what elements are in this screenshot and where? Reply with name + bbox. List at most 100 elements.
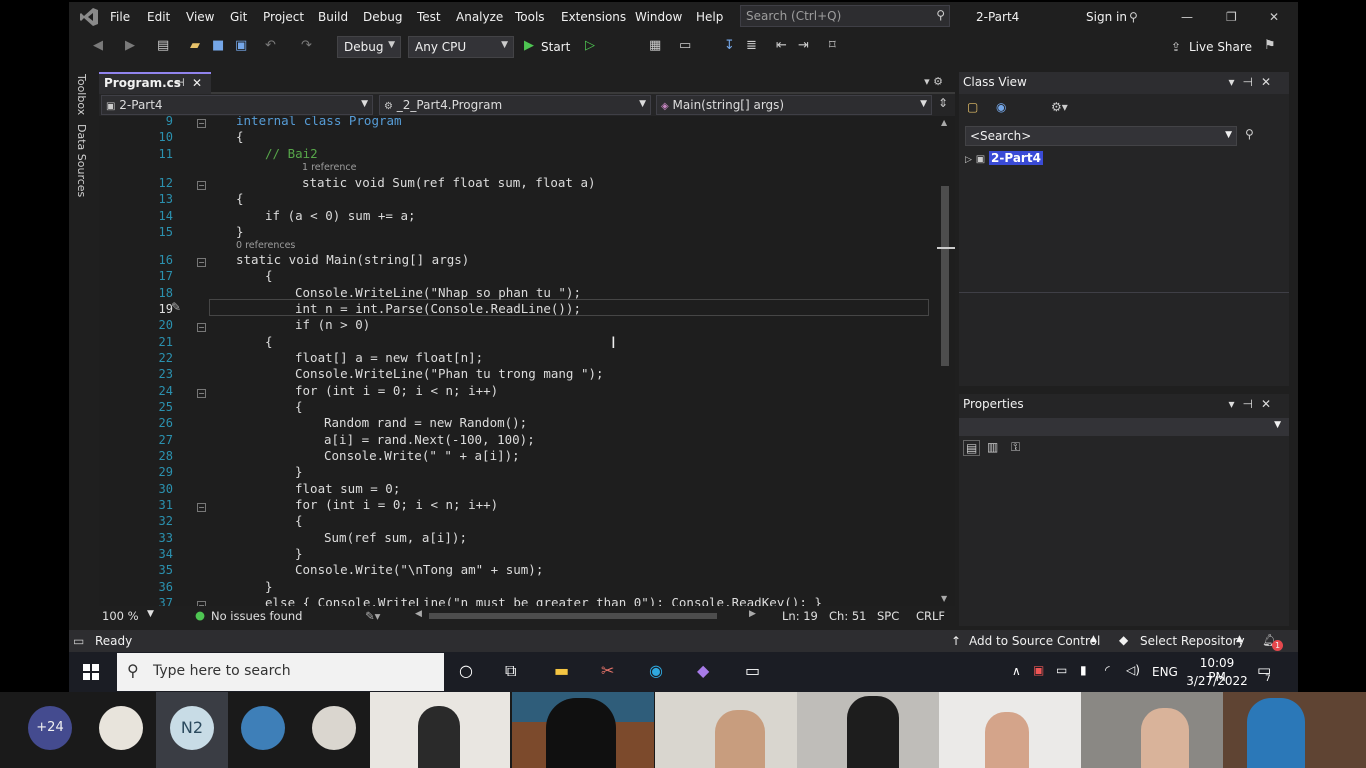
task-view-icon[interactable]: ⧉ [505, 661, 516, 681]
start-icon[interactable]: ▶ [524, 38, 534, 53]
search-icon[interactable]: ⚲ [1245, 127, 1254, 141]
new-folder-icon[interactable]: ▢ [967, 100, 978, 114]
property-pages-icon[interactable]: ⚿ [1011, 440, 1020, 455]
redo-icon[interactable]: ↷ [301, 38, 312, 53]
participant-video[interactable] [512, 692, 654, 768]
save-icon[interactable]: ■ [212, 38, 224, 53]
participant-video[interactable] [370, 692, 510, 768]
participant-overflow-tile[interactable]: +24 [14, 692, 84, 768]
output-icon[interactable]: ▭ [73, 634, 84, 648]
scroll-thumb[interactable] [941, 186, 949, 366]
close-window-icon[interactable]: ✕ [1269, 10, 1279, 24]
windows-start-icon[interactable] [83, 664, 99, 680]
clock-date[interactable]: 3/27/2022 [1186, 674, 1248, 688]
wifi-icon[interactable]: ◜ [1105, 663, 1110, 677]
participant-video[interactable] [939, 692, 1081, 768]
code-area[interactable]: 9 10 11 12 13 14 15 16 17 18 19 20 21 22… [99, 116, 935, 606]
pin-icon[interactable]: ⊣ [175, 76, 185, 89]
account-icon[interactable]: ⚲ [1129, 10, 1138, 24]
antivirus-tray-icon[interactable]: ▣ [1033, 663, 1044, 677]
edge-browser-icon[interactable]: ◉ [649, 661, 663, 680]
fold-toggle[interactable]: − [197, 323, 206, 332]
fold-toggle[interactable]: − [197, 119, 206, 128]
alphabetical-icon[interactable]: ▥ [987, 440, 998, 454]
cortana-icon[interactable]: ○ [459, 661, 473, 680]
project-dropdown[interactable]: ▣ 2-Part4 ▼ [101, 95, 373, 115]
menu-build[interactable]: Build [318, 10, 348, 24]
scroll-right-icon[interactable]: ▶ [749, 609, 756, 619]
forward-icon[interactable]: ▶ [125, 38, 135, 53]
quick-action-icon[interactable]: ✎ [171, 300, 181, 314]
tab-program-cs[interactable]: Program.cs ⊣ ✕ [99, 72, 211, 94]
issues-status[interactable]: No issues found [211, 609, 302, 623]
brush-icon[interactable]: ✎▾ [365, 609, 380, 623]
new-project-icon[interactable]: ▤ [157, 38, 169, 53]
show-hidden-icons[interactable]: ∧ [1012, 664, 1021, 678]
panel-controls[interactable]: ▾⊣✕ [1228, 75, 1279, 89]
participant-tile[interactable]: N2 [156, 692, 228, 768]
panel-controls[interactable]: ▾⊣✕ [1228, 397, 1279, 411]
taskbar-search-input[interactable]: ⚲ Type here to search [117, 653, 444, 691]
comment-icon[interactable]: ⇥ [798, 38, 809, 53]
battery-icon[interactable]: ▭ [1056, 663, 1067, 677]
visual-studio-taskbar-icon[interactable]: ◆ [697, 661, 709, 680]
fold-toggle[interactable]: − [197, 258, 206, 267]
menu-project[interactable]: Project [263, 10, 304, 24]
categorized-icon[interactable]: ▤ [963, 440, 981, 456]
save-all-icon[interactable]: ▣ [235, 38, 247, 53]
menu-git[interactable]: Git [230, 10, 247, 24]
input-language[interactable]: ENG [1152, 665, 1178, 679]
zoom-level[interactable]: 100 % [102, 609, 139, 623]
split-editor-icon[interactable]: ⇕ [938, 96, 948, 110]
start-button[interactable]: Start [541, 40, 570, 54]
menu-debug[interactable]: Debug [363, 10, 402, 24]
back-nav-icon[interactable]: ◉ [996, 100, 1006, 114]
live-share-icon[interactable]: ⇪ [1171, 40, 1181, 54]
menu-file[interactable]: File [110, 10, 130, 24]
properties-object-dropdown[interactable]: ▼ [959, 418, 1289, 436]
restore-icon[interactable]: ❐ [1226, 10, 1237, 24]
vertical-scrollbar[interactable]: ▲ ▼ [935, 116, 955, 606]
menu-edit[interactable]: Edit [147, 10, 170, 24]
code-lens-references[interactable]: 0 references [236, 240, 295, 251]
layout-icon[interactable]: ▭ [679, 38, 691, 53]
file-explorer-icon[interactable]: ▬ [554, 661, 569, 680]
configuration-dropdown[interactable]: Debug ▼ [337, 36, 401, 58]
expand-arrow-icon[interactable]: ▷ [965, 155, 972, 165]
line-ending-indicator[interactable]: CRLF [916, 609, 945, 623]
solution-explorer-icon[interactable]: ▦ [649, 38, 661, 53]
bookmark-icon[interactable]: ⌑ [829, 38, 836, 53]
menu-analyze[interactable]: Analyze [456, 10, 503, 24]
add-to-source-control-button[interactable]: Add to Source Control [969, 634, 1100, 648]
select-repository-button[interactable]: Select Repository [1140, 634, 1245, 648]
platform-dropdown[interactable]: Any CPU ▼ [408, 36, 514, 58]
participant-tile[interactable] [86, 692, 156, 768]
chevron-down-icon[interactable]: ▼ [147, 609, 154, 619]
menu-extensions[interactable]: Extensions [561, 10, 626, 24]
member-dropdown[interactable]: ◈ Main(string[] args) ▼ [656, 95, 932, 115]
back-icon[interactable]: ◀ [93, 38, 103, 53]
feedback-icon[interactable]: ⚑ [1264, 38, 1276, 53]
menu-test[interactable]: Test [417, 10, 441, 24]
participant-video[interactable] [655, 692, 797, 768]
fold-toggle[interactable]: − [197, 181, 206, 190]
microphone-icon[interactable]: ▮ [1080, 663, 1087, 677]
minimize-icon[interactable]: — [1181, 10, 1193, 24]
class-dropdown[interactable]: ⚙ _2_Part4.Program ▼ [379, 95, 651, 115]
participant-video[interactable] [1081, 692, 1223, 768]
data-sources-tab[interactable]: Data Sources [75, 124, 88, 197]
menu-help[interactable]: Help [696, 10, 723, 24]
code-lens-references[interactable]: 1 reference [302, 162, 356, 173]
sign-in-link[interactable]: Sign in [1086, 10, 1127, 24]
terminal-icon[interactable]: ▭ [745, 661, 760, 680]
scroll-left-icon[interactable]: ◀ [415, 609, 422, 619]
search-input[interactable]: Search (Ctrl+Q) ⚲ [740, 5, 950, 27]
live-share-button[interactable]: Live Share [1189, 40, 1252, 54]
settings-icon[interactable]: ▾ ⚙ [924, 75, 943, 88]
menu-window[interactable]: Window [635, 10, 682, 24]
participant-video[interactable] [1223, 692, 1366, 768]
scroll-down-icon[interactable]: ▼ [941, 594, 947, 603]
class-search-input[interactable]: <Search> ▼ [965, 126, 1237, 146]
whitespace-indicator[interactable]: SPC [877, 609, 899, 623]
horizontal-scroll-thumb[interactable] [429, 613, 717, 619]
